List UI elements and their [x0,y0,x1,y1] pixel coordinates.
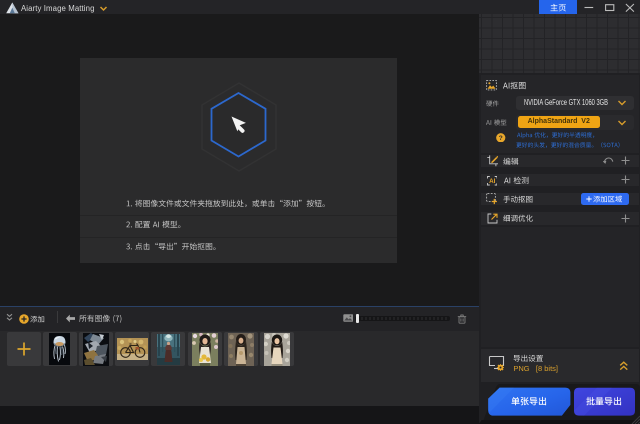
svg-text:AI: AI [489,178,496,185]
svg-text:?: ? [499,135,503,142]
